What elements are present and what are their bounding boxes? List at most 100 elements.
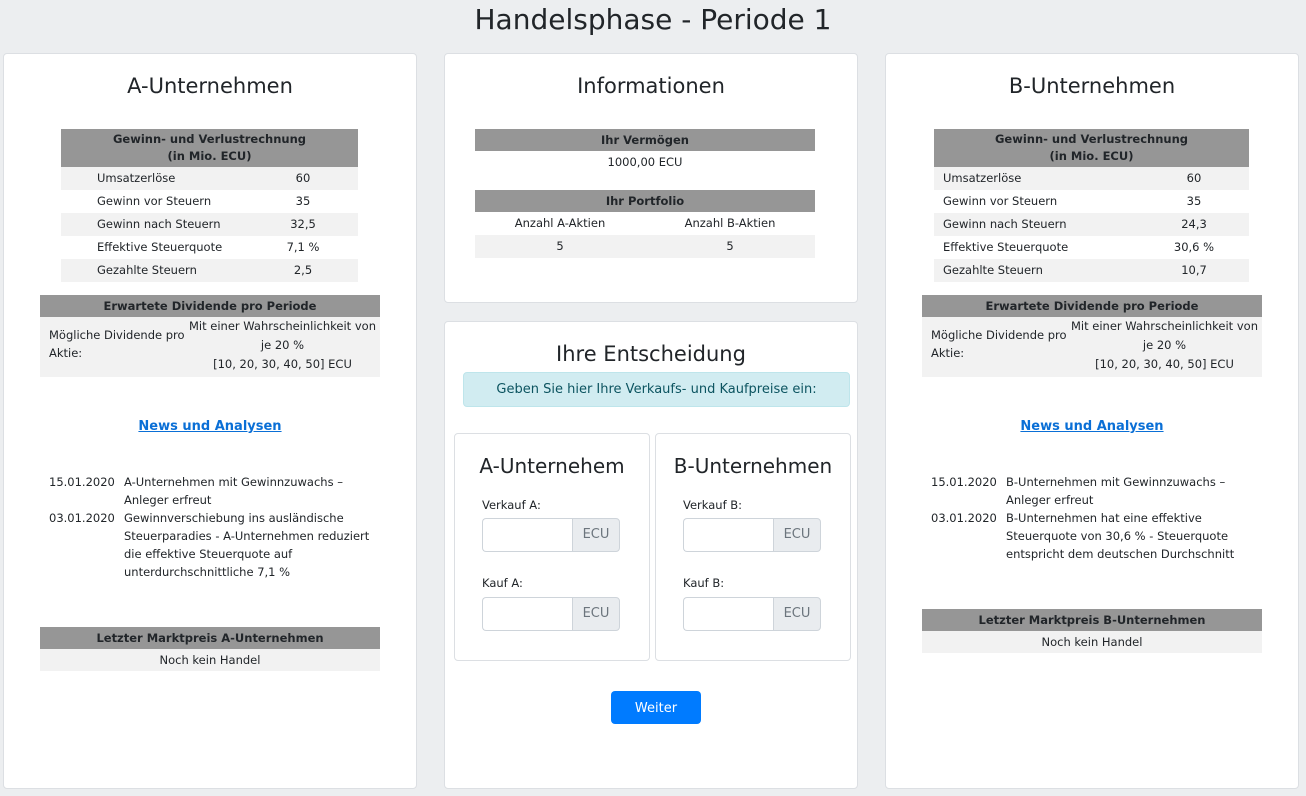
- pl-header-line1: Gewinn- und Verlustrechnung: [994, 132, 1189, 146]
- row-value: 60: [295, 171, 311, 185]
- pl-header-line2: (in Mio. ECU): [1049, 149, 1134, 163]
- row-label: Effektive Steuerquote: [97, 240, 223, 254]
- dividend-values: [10, 20, 30, 40, 50] ECU: [1095, 357, 1234, 371]
- table-row: Gewinn nach Steuern 32,5: [61, 213, 358, 236]
- sell-a-input-group: ECU: [482, 518, 620, 552]
- row-label: Gezahlte Steuern: [943, 263, 1043, 277]
- decision-title: Ihre Entscheidung: [556, 342, 746, 366]
- buy-a-input[interactable]: [482, 597, 572, 631]
- table-row: Gewinn vor Steuern 35: [934, 190, 1249, 213]
- news-item: 03.01.2020 B-Unternehmen hat eine effekti…: [931, 509, 1261, 563]
- news-link[interactable]: News und Analysen: [886, 419, 1298, 434]
- pl-header: Gewinn- und Verlustrechnung (in Mio. ECU…: [61, 129, 358, 167]
- news-date: 15.01.2020: [49, 475, 115, 489]
- buy-a-input-group: ECU: [482, 597, 620, 631]
- row-value: 2,5: [293, 263, 313, 277]
- company-a-price-table: Letzter Marktpreis A-Unternehmen Noch ke…: [40, 627, 380, 671]
- wealth-header: Ihr Vermögen: [475, 129, 815, 151]
- row-value: 30,6 %: [1173, 240, 1215, 254]
- table-row: Gezahlte Steuern 2,5: [61, 259, 358, 282]
- news-text: Gewinnverschiebung ins ausländische Steu…: [124, 511, 370, 579]
- buy-b-unit: ECU: [773, 597, 821, 631]
- dividend-header: Erwartete Dividende pro Periode: [40, 295, 380, 317]
- portfolio-val-a: 5: [556, 239, 564, 253]
- sell-a-unit: ECU: [572, 518, 620, 552]
- news-item: 03.01.2020 Gewinnverschiebung ins ausländ…: [49, 509, 379, 581]
- company-a-pl-table: Gewinn- und Verlustrechnung (in Mio. ECU…: [61, 129, 358, 282]
- sell-a-label: Verkauf A:: [482, 498, 541, 512]
- dividend-row: Mögliche Dividende pro Aktie: Mit einer …: [922, 317, 1262, 377]
- dividend-label: Mögliche Dividende pro Aktie:: [49, 328, 185, 360]
- row-value: 24,3: [1181, 217, 1207, 231]
- news-item: 15.01.2020 B-Unternehmen mit Gewinnzuwach…: [931, 473, 1261, 509]
- table-row: Umsatzerlöse 60: [934, 167, 1249, 190]
- row-value: 32,5: [290, 217, 316, 231]
- table-row: Umsatzerlöse 60: [61, 167, 358, 190]
- sell-a-input[interactable]: [482, 518, 572, 552]
- news-date: 03.01.2020: [49, 511, 115, 525]
- buy-a-label: Kauf A:: [482, 576, 523, 590]
- row-label: Umsatzerlöse: [97, 171, 176, 185]
- buy-b-input[interactable]: [683, 597, 773, 631]
- row-value: 60: [1186, 171, 1202, 185]
- news-text: B-Unternehmen mit Gewinnzuwachs – Anlege…: [1006, 475, 1226, 507]
- portfolio-header: Ihr Portfolio: [475, 190, 815, 212]
- row-label: Gewinn nach Steuern: [943, 217, 1067, 231]
- portfolio-table: Ihr Portfolio Anzahl A-Aktien Anzahl B-A…: [475, 190, 815, 258]
- buy-a-unit: ECU: [572, 597, 620, 631]
- dividend-probability: Mit einer Wahrscheinlichkeit von je 20 %: [1071, 319, 1258, 352]
- news-link[interactable]: News und Analysen: [4, 419, 416, 434]
- buy-b-input-group: ECU: [683, 597, 821, 631]
- row-label: Effektive Steuerquote: [943, 240, 1069, 254]
- price-header: Letzter Marktpreis B-Unternehmen: [922, 609, 1262, 631]
- dividend-text: Mit einer Wahrscheinlichkeit von je 20 %…: [1067, 317, 1262, 377]
- company-a-card: A-Unternehmen Gewinn- und Verlustrechnun…: [3, 53, 417, 789]
- company-a-title: A-Unternehmen: [127, 74, 293, 98]
- portfolio-value-row: 5 5: [475, 235, 815, 258]
- news-date: 15.01.2020: [931, 475, 997, 489]
- decision-hint: Geben Sie hier Ihre Verkaufs- und Kaufpr…: [463, 372, 850, 407]
- continue-button[interactable]: Weiter: [611, 691, 701, 724]
- pl-header-line2: (in Mio. ECU): [167, 149, 252, 163]
- row-value: 7,1 %: [286, 240, 320, 254]
- page-title: Handelsphase - Periode 1: [474, 3, 832, 36]
- company-b-dividend-table: Erwartete Dividende pro Periode Mögliche…: [922, 295, 1262, 377]
- company-b-pl-table: Gewinn- und Verlustrechnung (in Mio. ECU…: [934, 129, 1249, 282]
- info-title: Informationen: [577, 74, 725, 98]
- table-row: Gewinn nach Steuern 24,3: [934, 213, 1249, 236]
- decision-card: Ihre Entscheidung Geben Sie hier Ihre Ve…: [444, 321, 858, 789]
- company-a-news-list: 15.01.2020 A-Unternehmen mit Gewinnzuwach…: [49, 473, 379, 581]
- decision-a-title: A-Unternehem: [479, 454, 625, 478]
- dividend-header: Erwartete Dividende pro Periode: [922, 295, 1262, 317]
- news-text: A-Unternehmen mit Gewinnzuwachs – Anlege…: [124, 475, 343, 507]
- dividend-probability: Mit einer Wahrscheinlichkeit von je 20 %: [189, 319, 376, 352]
- row-label: Gewinn vor Steuern: [97, 194, 212, 208]
- wealth-table: Ihr Vermögen 1000,00 ECU: [475, 129, 815, 174]
- table-row: Effektive Steuerquote 7,1 %: [61, 236, 358, 259]
- dividend-label: Mögliche Dividende pro Aktie:: [931, 328, 1067, 360]
- table-row: Gezahlte Steuern 10,7: [934, 259, 1249, 282]
- company-a-dividend-table: Erwartete Dividende pro Periode Mögliche…: [40, 295, 380, 377]
- wealth-value: 1000,00 ECU: [607, 155, 683, 169]
- dividend-row: Mögliche Dividende pro Aktie: Mit einer …: [40, 317, 380, 377]
- decision-b-card: B-Unternehmen Verkauf B: ECU Kauf B: ECU: [655, 433, 851, 661]
- company-b-news-list: 15.01.2020 B-Unternehmen mit Gewinnzuwach…: [931, 473, 1261, 563]
- news-item: 15.01.2020 A-Unternehmen mit Gewinnzuwach…: [49, 473, 379, 509]
- pl-header: Gewinn- und Verlustrechnung (in Mio. ECU…: [934, 129, 1249, 167]
- dividend-values: [10, 20, 30, 40, 50] ECU: [213, 357, 352, 371]
- sell-b-unit: ECU: [773, 518, 821, 552]
- portfolio-head-row: Anzahl A-Aktien Anzahl B-Aktien: [475, 212, 815, 235]
- decision-b-title: B-Unternehmen: [673, 454, 833, 478]
- sell-b-input[interactable]: [683, 518, 773, 552]
- company-b-title: B-Unternehmen: [1008, 74, 1176, 98]
- company-b-price-table: Letzter Marktpreis B-Unternehmen Noch ke…: [922, 609, 1262, 653]
- row-value: 10,7: [1181, 263, 1207, 277]
- news-date: 03.01.2020: [931, 511, 997, 525]
- sell-b-input-group: ECU: [683, 518, 821, 552]
- price-header: Letzter Marktpreis A-Unternehmen: [40, 627, 380, 649]
- portfolio-val-b: 5: [726, 239, 734, 253]
- sell-b-label: Verkauf B:: [683, 498, 743, 512]
- table-row: Effektive Steuerquote 30,6 %: [934, 236, 1249, 259]
- row-label: Gezahlte Steuern: [97, 263, 197, 277]
- portfolio-col-b: Anzahl B-Aktien: [684, 216, 776, 230]
